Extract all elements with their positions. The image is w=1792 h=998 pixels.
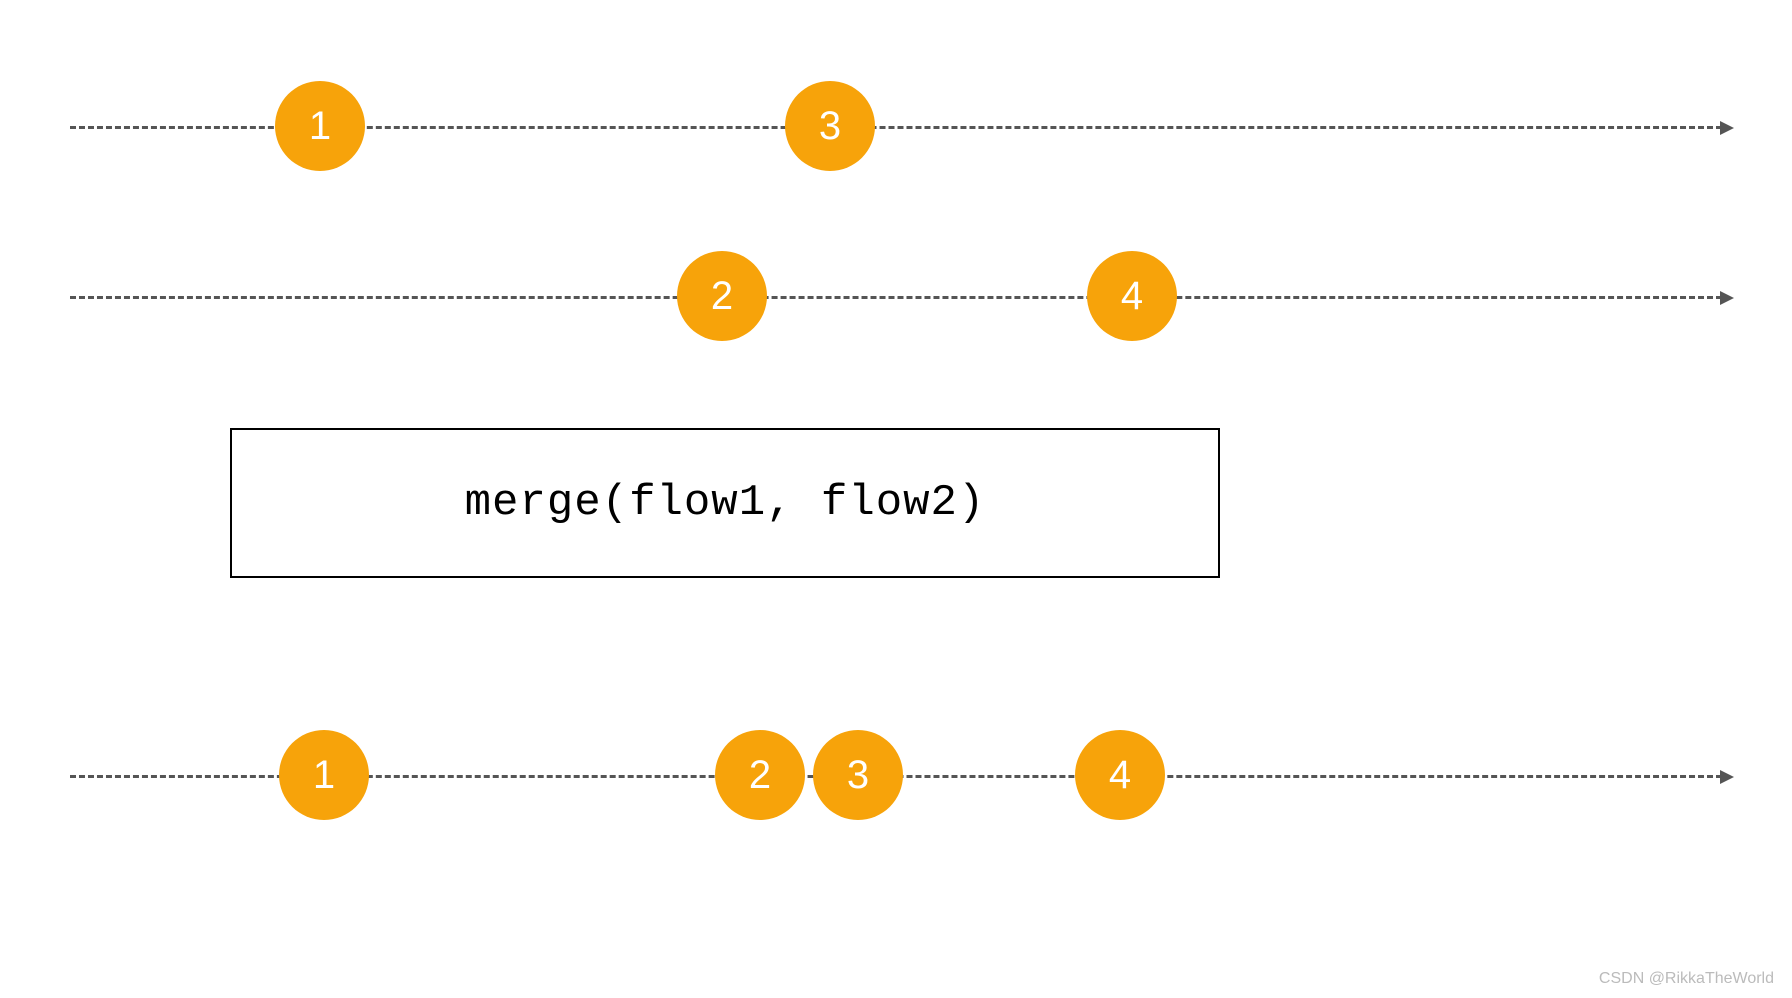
marble-label: 1: [313, 753, 335, 798]
marble-label: 1: [309, 104, 331, 149]
arrow-icon: [1720, 770, 1734, 784]
operator-box: merge(flow1, flow2): [230, 428, 1220, 578]
arrow-icon: [1720, 121, 1734, 135]
marble-label: 3: [819, 104, 841, 149]
timeline-flow2: [70, 296, 1722, 299]
operator-label: merge(flow1, flow2): [465, 478, 986, 528]
marble-flow2-4: 4: [1087, 251, 1177, 341]
marble-label: 2: [749, 753, 771, 798]
arrow-icon: [1720, 291, 1734, 305]
marble-label: 4: [1121, 274, 1143, 319]
marble-label: 4: [1109, 753, 1131, 798]
marble-output-2: 2: [715, 730, 805, 820]
marble-output-3: 3: [813, 730, 903, 820]
marble-flow1-1: 1: [275, 81, 365, 171]
watermark-text: CSDN @RikkaTheWorld: [1599, 970, 1774, 988]
marble-label: 3: [847, 753, 869, 798]
marble-flow1-3: 3: [785, 81, 875, 171]
marble-output-4: 4: [1075, 730, 1165, 820]
merge-marble-diagram: 1 3 2 4 merge(flow1, flow2) 1 2 3 4 CSDN…: [0, 0, 1792, 998]
marble-label: 2: [711, 274, 733, 319]
marble-output-1: 1: [279, 730, 369, 820]
marble-flow2-2: 2: [677, 251, 767, 341]
